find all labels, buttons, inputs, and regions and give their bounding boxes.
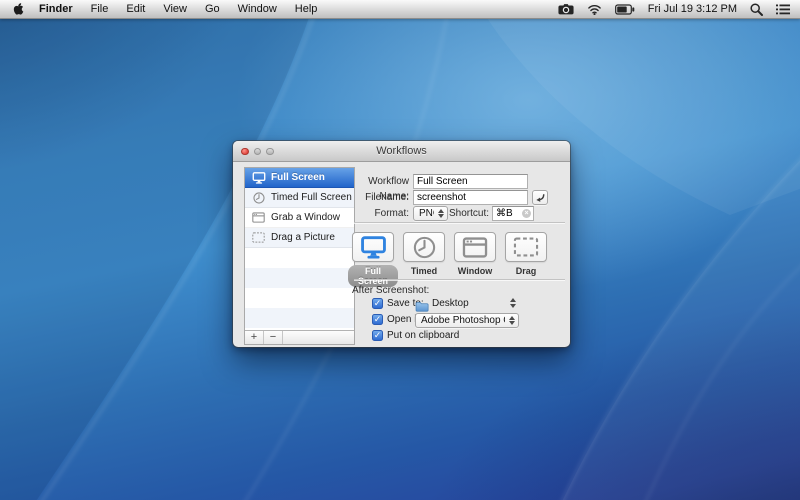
workflow-name-input[interactable]	[413, 174, 528, 189]
list-toolbar: + −	[245, 330, 354, 344]
clock-icon	[413, 236, 436, 259]
mode-full-screen-label: Full Screen	[348, 265, 398, 287]
menu-edit[interactable]: Edit	[117, 0, 154, 19]
mode-drag-button[interactable]	[505, 232, 547, 262]
put-on-clipboard-checkbox[interactable]: ✓	[372, 330, 383, 341]
shortcut-label: Shortcut:	[449, 206, 488, 221]
sidebar-item-label: Grab a Window	[271, 212, 340, 223]
workflow-list: Full Screen Timed Full Screen	[244, 167, 355, 345]
filename-token-icon	[535, 193, 545, 203]
zoom-button[interactable]	[266, 148, 274, 156]
display-icon	[251, 172, 266, 184]
spotlight-search-icon	[750, 3, 763, 16]
open-in-popup[interactable]: Adobe Photoshop CS5	[415, 313, 519, 328]
format-value: PNG	[419, 208, 434, 219]
empty-list-row	[245, 308, 354, 328]
popup-arrows-icon	[505, 316, 515, 326]
empty-list-row	[245, 268, 354, 288]
spotlight-menu-extra[interactable]	[750, 3, 763, 16]
battery-menu-extra[interactable]	[615, 4, 635, 15]
menu-go[interactable]: Go	[196, 0, 229, 19]
separator	[354, 279, 565, 280]
menu-view[interactable]: View	[154, 0, 196, 19]
notification-center-menu-extra[interactable]	[776, 4, 790, 15]
popup-arrows-icon	[434, 209, 444, 219]
window-icon	[251, 212, 266, 223]
apple-menu[interactable]	[10, 2, 30, 16]
sidebar-item-label: Drag a Picture	[271, 232, 335, 243]
shortcut-clear-button[interactable]: ×	[522, 209, 531, 218]
put-on-clipboard-row[interactable]: ✓ Put on clipboard	[372, 330, 459, 341]
put-on-clipboard-label: Put on clipboard	[387, 330, 459, 341]
open-in-checkbox[interactable]: ✓	[372, 314, 383, 325]
battery-icon	[615, 4, 635, 15]
menu-finder[interactable]: Finder	[30, 0, 82, 19]
mode-window-button[interactable]	[454, 232, 496, 262]
window-title: Workflows	[233, 141, 570, 161]
camera-icon	[558, 3, 574, 15]
filename-label: Filename:	[340, 190, 409, 205]
sidebar-item-full-screen[interactable]: Full Screen	[245, 168, 354, 188]
menu-bar: Finder File Edit View Go Window Help	[0, 0, 800, 19]
clock-icon	[251, 192, 266, 204]
separator	[354, 222, 565, 223]
save-to-popup[interactable]: Desktop	[432, 298, 469, 309]
sidebar-item-drag-a-picture[interactable]: Drag a Picture	[245, 228, 354, 248]
display-icon	[360, 236, 387, 259]
menu-window[interactable]: Window	[229, 0, 286, 19]
marquee-icon	[513, 237, 539, 257]
save-to-popup-arrows-icon[interactable]	[506, 298, 516, 308]
wifi-icon	[587, 3, 602, 15]
menu-file[interactable]: File	[82, 0, 118, 19]
remove-workflow-button[interactable]: −	[264, 331, 283, 344]
filename-token-button[interactable]	[532, 190, 548, 205]
wifi-menu-extra[interactable]	[587, 3, 602, 15]
mode-full-screen-button[interactable]	[352, 232, 394, 262]
mode-window-label: Window	[450, 266, 500, 276]
mode-drag-label: Drag	[501, 266, 551, 276]
window-icon	[462, 237, 488, 258]
format-label: Format:	[340, 206, 409, 221]
minimize-button[interactable]	[254, 148, 262, 156]
mode-timed-button[interactable]	[403, 232, 445, 262]
sidebar-item-timed-full-screen[interactable]: Timed Full Screen	[245, 188, 354, 208]
workflows-window: Workflows Full Screen Timed Full	[233, 141, 570, 347]
add-workflow-button[interactable]: +	[245, 331, 264, 344]
after-screenshot-heading: After Screenshot:	[352, 285, 429, 296]
marquee-icon	[251, 232, 266, 243]
menu-clock[interactable]: Fri Jul 19 3:12 PM	[648, 3, 737, 15]
menu-bar-status: Fri Jul 19 3:12 PM	[558, 3, 790, 16]
menu-bar-left: Finder File Edit View Go Window Help	[10, 0, 326, 19]
camera-menu-extra[interactable]	[558, 3, 574, 15]
save-to-checkbox[interactable]: ✓	[372, 298, 383, 309]
empty-list-row	[245, 288, 354, 308]
window-titlebar[interactable]: Workflows	[233, 141, 570, 162]
mode-timed-label: Timed	[399, 266, 449, 276]
apple-icon	[12, 2, 24, 16]
sidebar-item-grab-a-window[interactable]: Grab a Window	[245, 208, 354, 228]
format-popup[interactable]: PNG	[413, 206, 448, 221]
empty-list-row	[245, 248, 354, 268]
window-controls	[241, 148, 274, 156]
sidebar-item-label: Full Screen	[271, 172, 325, 183]
menu-help[interactable]: Help	[286, 0, 327, 19]
open-in-value: Adobe Photoshop CS5	[421, 315, 505, 326]
close-button[interactable]	[241, 148, 249, 156]
list-menu-icon	[776, 4, 790, 15]
save-to-value: Desktop	[432, 298, 469, 309]
filename-input[interactable]	[413, 190, 528, 205]
